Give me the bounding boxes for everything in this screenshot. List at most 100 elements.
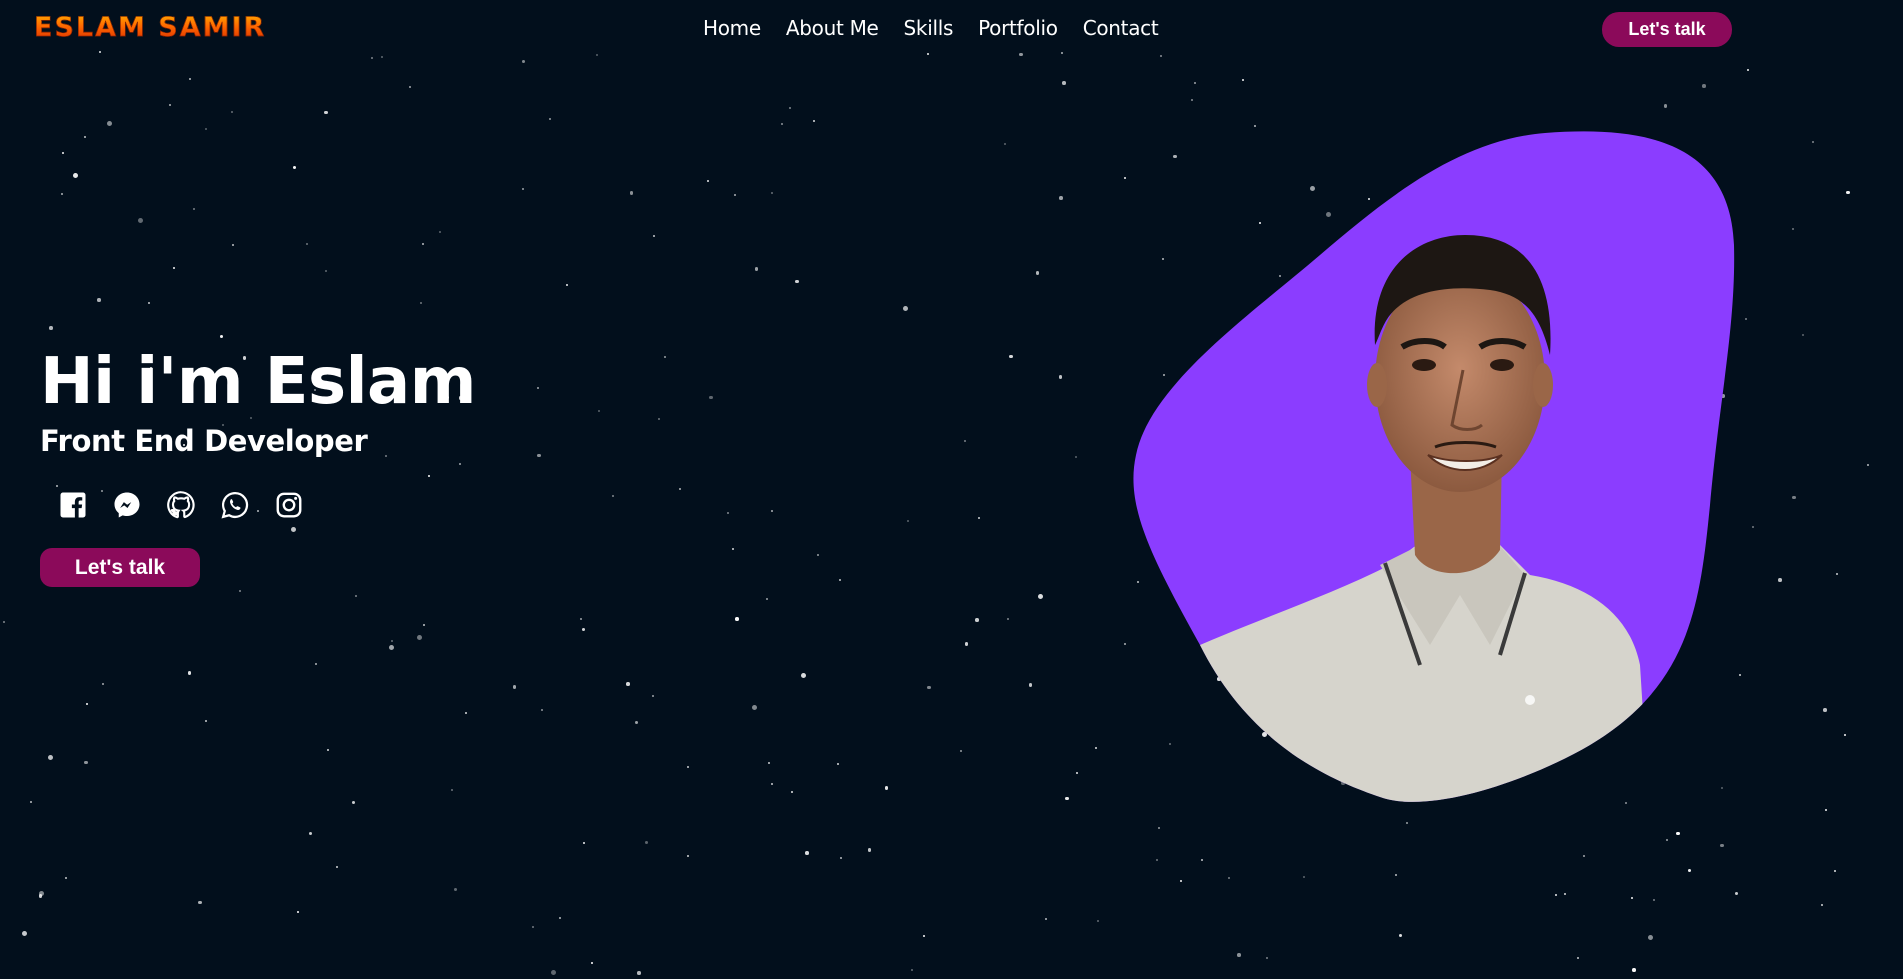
star-dot [687,855,690,858]
star-dot [709,395,713,400]
star-dot [558,916,561,919]
star-dot [107,121,112,127]
star-dot [1802,333,1805,336]
star-dot [1075,456,1078,459]
star-dot [780,123,783,126]
star-dot [768,762,771,765]
star-dot [292,165,297,170]
star-dot [204,719,207,722]
star-dot [419,301,422,304]
star-dot [1395,874,1398,877]
star-dot [324,270,327,273]
star-dot [813,119,816,122]
star-dot [3,620,5,623]
star-dot [1720,843,1724,848]
star-dot [231,111,234,114]
star-dot [537,453,541,458]
star-dot [1823,708,1827,712]
star-dot [521,59,526,64]
star-dot [1820,904,1823,907]
facebook-icon[interactable] [56,488,90,522]
star-dot [1792,495,1796,500]
star-dot [324,110,328,115]
nav-contact[interactable]: Contact [1083,16,1159,40]
star-dot [1123,177,1126,180]
star-dot [910,969,913,972]
star-dot [906,519,909,522]
star-dot [84,136,87,139]
star-dot [1563,892,1566,895]
star-dot [1045,917,1048,920]
star-dot [355,594,358,597]
star-dot [1665,838,1668,841]
whatsapp-icon[interactable] [218,488,252,522]
star-dot [198,900,202,904]
star-dot [137,217,143,223]
github-icon[interactable] [164,488,198,522]
star-dot [453,887,458,892]
star-dot [867,848,872,852]
star-dot [219,334,224,339]
star-dot [765,597,768,600]
star-dot [770,782,773,785]
star-dot [512,685,517,689]
instagram-icon[interactable] [272,488,306,522]
star-dot [549,117,552,120]
star-dot [612,494,615,497]
star-dot [1124,643,1127,646]
nav-home[interactable]: Home [703,16,761,40]
star-dot [1648,934,1654,940]
header-lets-talk-button[interactable]: Let's talk [1602,12,1732,47]
star-dot [193,208,196,211]
star-dot [390,639,393,642]
star-dot [629,191,634,195]
star-dot [47,754,53,760]
star-dot [1058,375,1063,379]
star-dot [790,791,793,794]
site-header: ESLAM SAMIR Home About Me Skills Portfol… [0,0,1903,60]
star-dot [1844,733,1847,736]
star-dot [169,104,172,107]
star-dot [1751,526,1754,529]
star-dot [1075,772,1078,775]
star-dot [922,935,925,938]
star-dot [964,642,969,646]
star-dot [597,410,600,413]
star-dot [1303,876,1306,879]
profile-photo [1133,131,1735,802]
star-dot [975,618,979,622]
hero-lets-talk-button[interactable]: Let's talk [40,548,200,587]
star-dot [590,961,593,964]
star-dot [1846,190,1850,195]
star-dot [581,627,586,632]
nav-about-me[interactable]: About Me [786,16,879,40]
star-dot [658,418,661,421]
star-dot [1577,957,1580,960]
star-dot [839,856,842,859]
star-dot [1065,796,1069,801]
star-dot [566,284,569,287]
site-logo[interactable]: ESLAM SAMIR [34,12,266,44]
star-dot [664,355,667,358]
star-dot [839,578,842,581]
star-dot [531,925,534,928]
star-dot [522,187,525,190]
star-dot [439,230,442,233]
star-dot [795,279,799,284]
star-dot [97,298,101,302]
star-dot [1833,869,1836,872]
star-dot [1193,82,1196,85]
messenger-icon[interactable] [110,488,144,522]
star-dot [84,760,88,765]
star-dot [1062,81,1066,85]
star-dot [102,682,105,685]
star-dot [735,617,739,621]
star-dot [540,708,543,711]
nav-portfolio[interactable]: Portfolio [978,16,1058,40]
star-dot [39,890,44,896]
nav-skills[interactable]: Skills [904,16,954,40]
hero-title: Hi i'm Eslam [40,345,476,419]
star-dot [653,235,656,238]
star-dot [1866,464,1869,467]
star-dot [1265,957,1268,959]
